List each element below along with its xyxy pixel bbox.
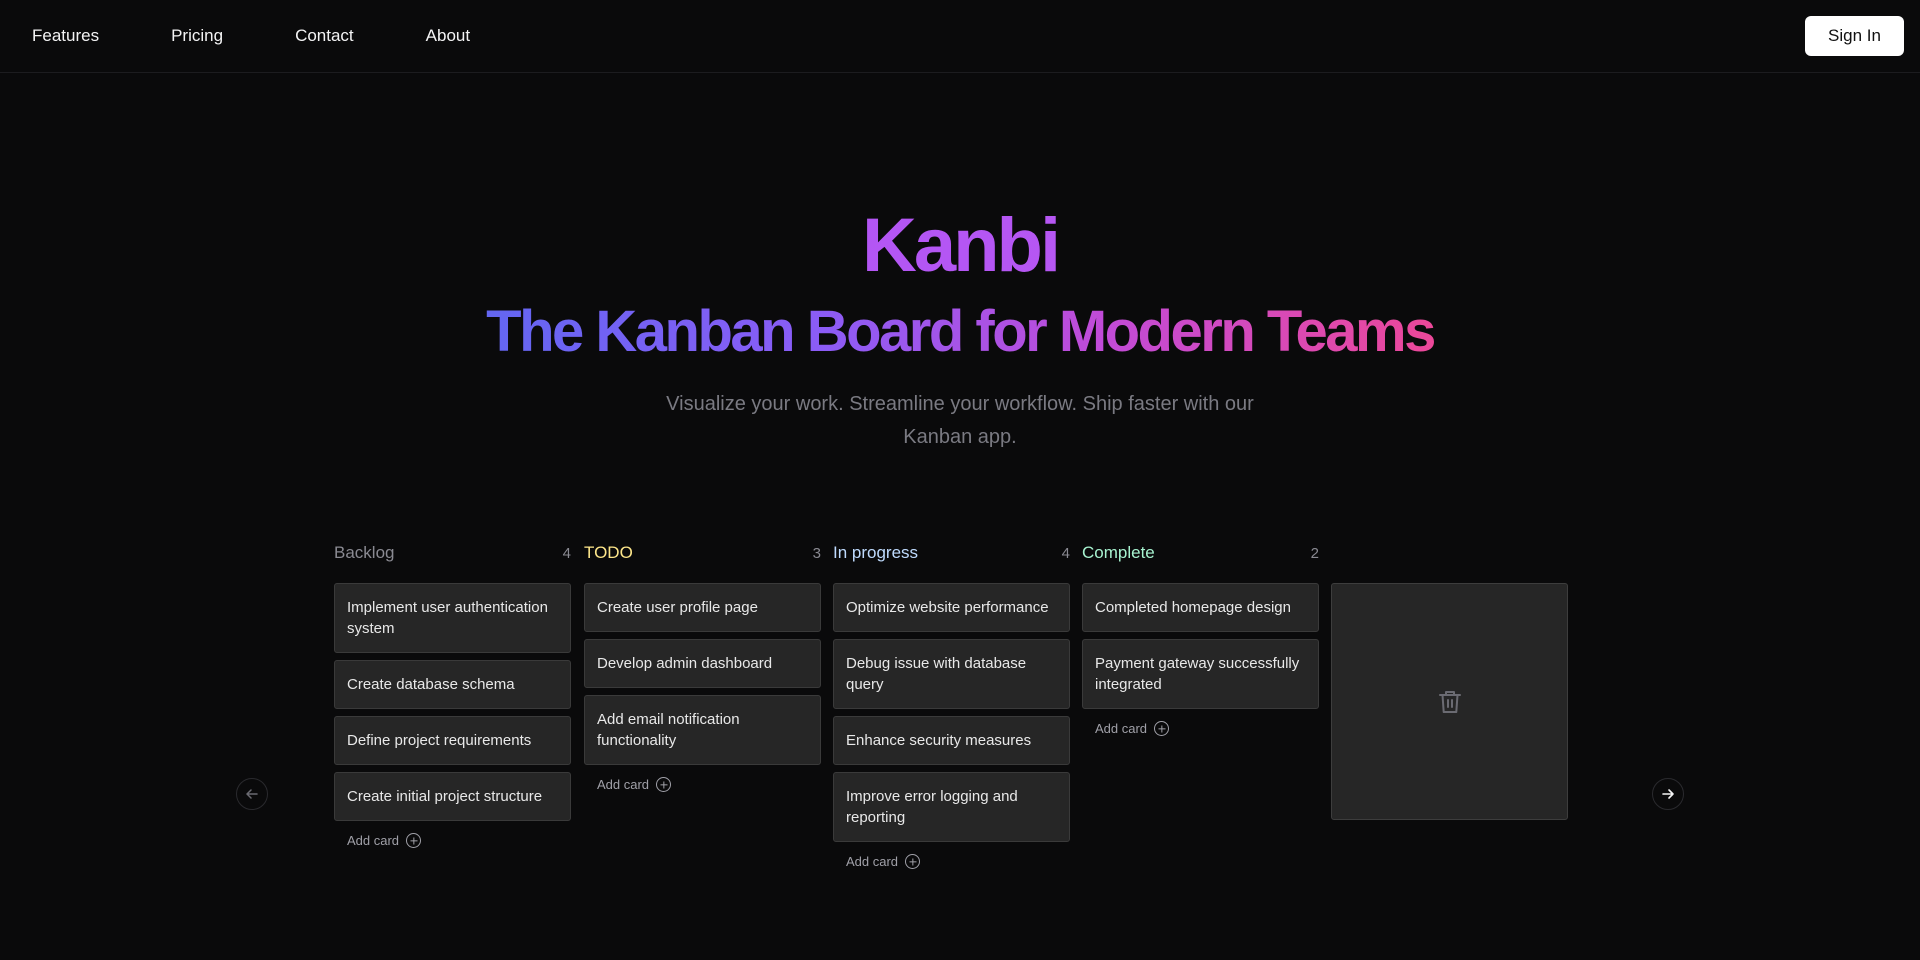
arrow-left-icon <box>246 789 258 799</box>
top-nav: Features Pricing Contact About Sign In <box>0 0 1920 73</box>
column-header: TODO 3 <box>584 540 821 566</box>
column-header: In progress 4 <box>833 540 1070 566</box>
card-list: Implement user authentication system Cre… <box>334 583 571 821</box>
task-card[interactable]: Payment gateway successfully integrated <box>1082 639 1319 709</box>
column-title: TODO <box>584 543 633 562</box>
task-card[interactable]: Develop admin dashboard <box>584 639 821 688</box>
task-card[interactable]: Completed homepage design <box>1082 583 1319 632</box>
task-card[interactable]: Add email notification functionality <box>584 695 821 765</box>
plus-circle-icon <box>1154 721 1170 736</box>
brand-title: Kanbi <box>0 200 1920 292</box>
hero-headline: The Kanban Board for Modern Teams <box>486 296 1436 368</box>
task-card[interactable]: Create initial project structure <box>334 772 571 821</box>
add-card-button[interactable]: Add card <box>846 854 1070 869</box>
column-header: Backlog 4 <box>334 540 571 566</box>
column-todo: TODO 3 Create user profile page Develop … <box>584 540 821 792</box>
task-card[interactable]: Improve error logging and reporting <box>833 772 1070 842</box>
prev-arrow-button[interactable] <box>236 778 268 810</box>
plus-circle-icon <box>905 854 921 869</box>
nav-links: Features Pricing Contact About <box>32 26 542 46</box>
task-card[interactable]: Optimize website performance <box>833 583 1070 632</box>
add-card-label: Add card <box>597 777 650 792</box>
column-count: 4 <box>1061 544 1070 562</box>
task-card[interactable]: Enhance security measures <box>833 716 1070 765</box>
task-card[interactable]: Create user profile page <box>584 583 821 632</box>
column-title: In progress <box>833 543 919 562</box>
task-card[interactable]: Create database schema <box>334 660 571 709</box>
nav-link-about[interactable]: About <box>426 26 470 46</box>
card-list: Completed homepage design Payment gatewa… <box>1082 583 1319 709</box>
column-title: Complete <box>1082 543 1155 562</box>
hero-subtitle: Visualize your work. Streamline your wor… <box>666 393 1254 448</box>
plus-circle-icon <box>656 777 672 792</box>
sign-in-button[interactable]: Sign In <box>1805 16 1904 56</box>
column-title: Backlog <box>334 543 395 562</box>
hero: Kanbi The Kanban Board for Modern Teams … <box>0 200 1920 454</box>
column-header: Complete 2 <box>1082 540 1319 566</box>
task-card[interactable]: Implement user authentication system <box>334 583 571 653</box>
nav-link-features[interactable]: Features <box>32 26 99 46</box>
add-card-label: Add card <box>846 854 899 869</box>
nav-link-pricing[interactable]: Pricing <box>171 26 223 46</box>
column-backlog: Backlog 4 Implement user authentication … <box>334 540 571 848</box>
card-list: Create user profile page Develop admin d… <box>584 583 821 765</box>
trash-icon <box>1438 690 1461 713</box>
column-in-progress: In progress 4 Optimize website performan… <box>833 540 1070 869</box>
card-list: Optimize website performance Debug issue… <box>833 583 1070 842</box>
column-count: 4 <box>562 544 571 562</box>
column-complete: Complete 2 Completed homepage design Pay… <box>1082 540 1319 736</box>
task-card[interactable]: Debug issue with database query <box>833 639 1070 709</box>
arrow-right-icon <box>1662 789 1674 799</box>
column-count: 3 <box>812 544 821 562</box>
next-arrow-button[interactable] <box>1652 778 1684 810</box>
add-card-button[interactable]: Add card <box>597 777 821 792</box>
plus-circle-icon <box>406 833 422 848</box>
column-count: 2 <box>1310 544 1319 562</box>
add-card-button[interactable]: Add card <box>347 833 571 848</box>
add-card-button[interactable]: Add card <box>1095 721 1319 736</box>
add-card-label: Add card <box>1095 721 1148 736</box>
trash-drop-zone[interactable] <box>1331 583 1568 820</box>
add-card-label: Add card <box>347 833 400 848</box>
task-card[interactable]: Define project requirements <box>334 716 571 765</box>
nav-link-contact[interactable]: Contact <box>295 26 354 46</box>
